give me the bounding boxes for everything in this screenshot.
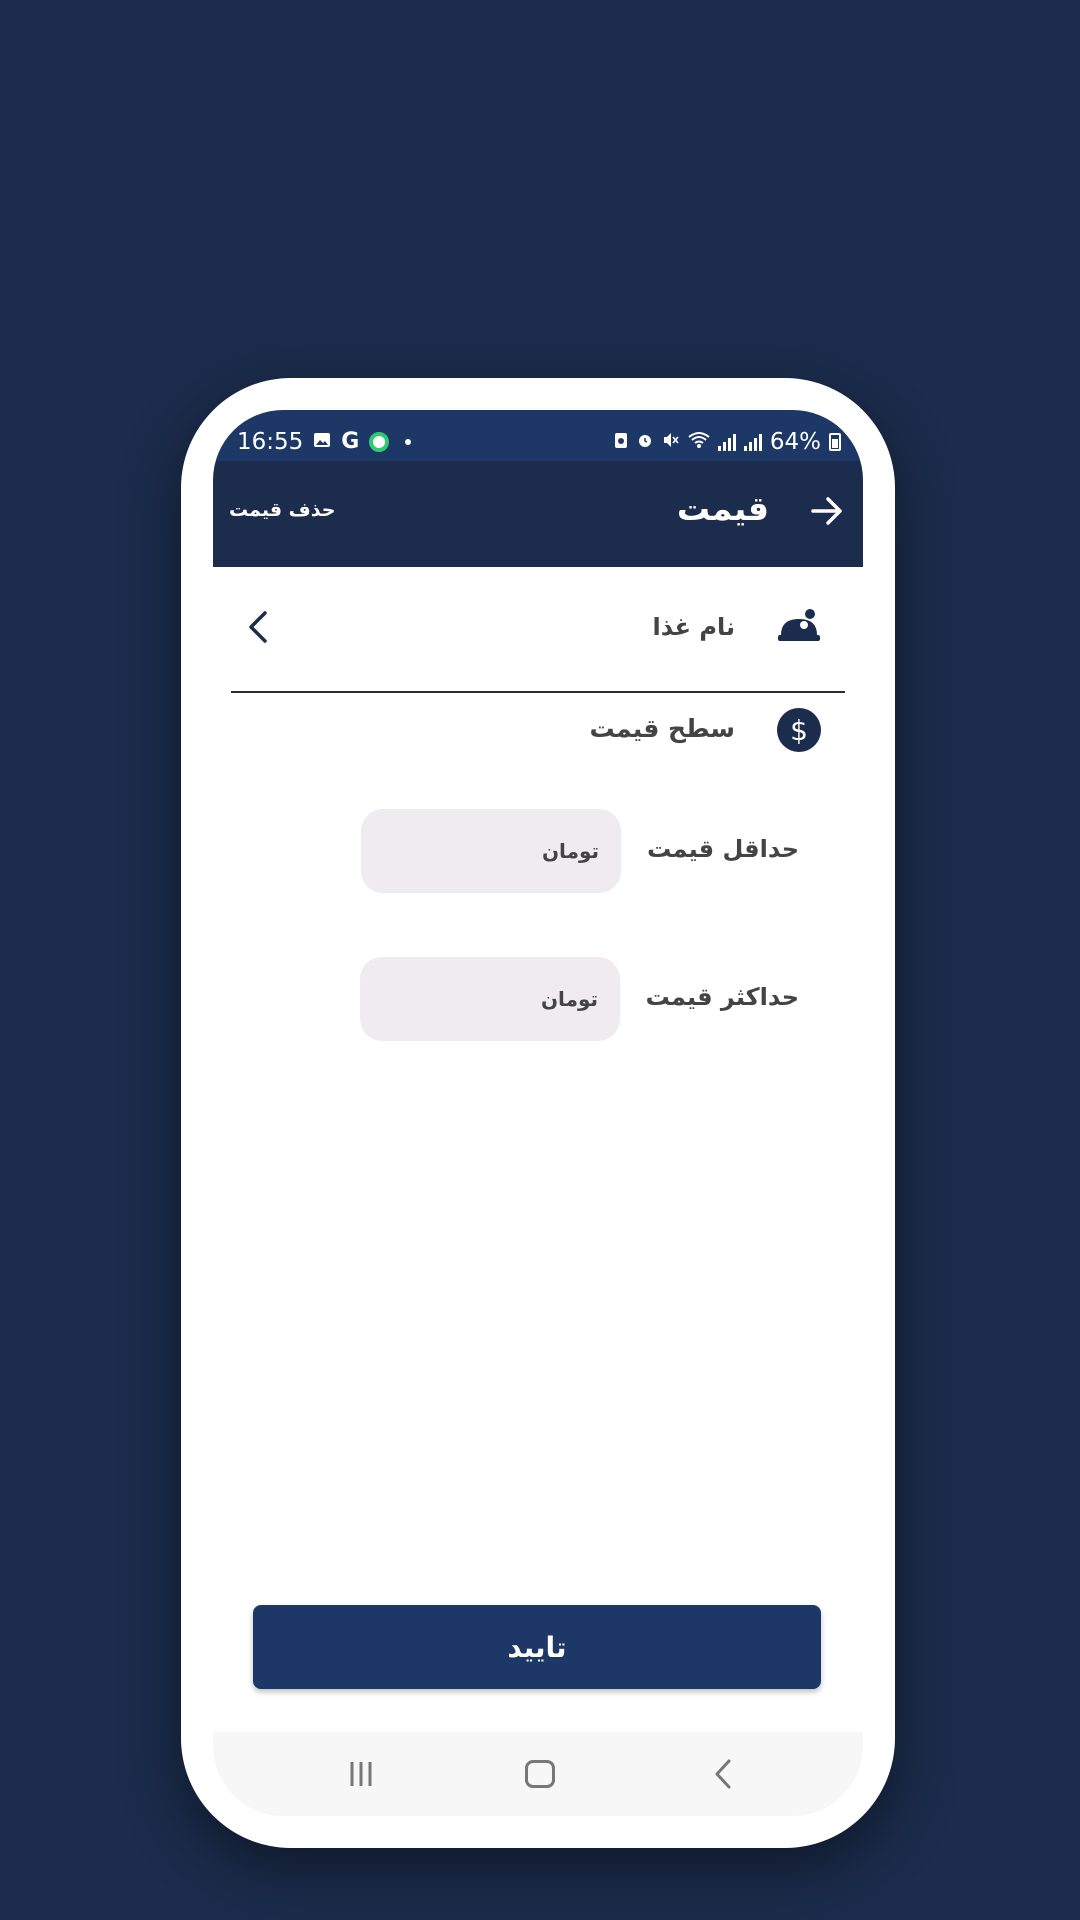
- mute-icon: [662, 431, 680, 453]
- signal-icon: [717, 433, 736, 451]
- navigation-bar: [213, 1732, 863, 1816]
- app-notification-icon: [369, 431, 390, 452]
- status-right: 64%: [614, 429, 841, 455]
- min-price-label: حداقل قیمت: [647, 835, 799, 863]
- screen: 16:55 G 64% حذف قیمت قیمت نام غذا سطح قی…: [213, 410, 863, 1816]
- chevron-left-icon: [249, 611, 267, 643]
- battery-percent: 64%: [769, 428, 821, 455]
- dollar-icon: $: [777, 708, 821, 752]
- min-price-input[interactable]: تومان: [361, 809, 621, 893]
- food-name-row[interactable]: نام غذا: [231, 567, 845, 693]
- wifi-icon: [688, 431, 710, 453]
- max-price-unit: تومان: [540, 987, 598, 1011]
- google-icon: G: [341, 429, 360, 454]
- price-level-label: سطح قیمت: [589, 714, 735, 743]
- max-price-input[interactable]: تومان: [360, 957, 620, 1041]
- arrow-right-icon[interactable]: [809, 493, 845, 529]
- gallery-icon: [313, 431, 331, 453]
- battery-saver-icon: [614, 431, 628, 453]
- max-price-label: حداکثر قیمت: [645, 983, 799, 1011]
- confirm-button[interactable]: تایید: [253, 1605, 821, 1689]
- food-name-label: نام غذا: [652, 613, 735, 641]
- food-tray-icon: [778, 609, 820, 641]
- status-bar: 16:55 G 64%: [213, 410, 863, 461]
- app-bar: حذف قیمت قیمت: [213, 461, 863, 567]
- battery-icon: [829, 432, 841, 451]
- status-time: 16:55: [237, 428, 304, 455]
- recents-icon[interactable]: [347, 1760, 375, 1788]
- min-price-unit: تومان: [541, 839, 599, 863]
- delete-price-button[interactable]: حذف قیمت: [229, 499, 335, 521]
- alarm-icon: [636, 431, 654, 453]
- status-left: 16:55 G: [237, 428, 412, 455]
- home-icon[interactable]: [525, 1760, 555, 1788]
- more-notifications-icon: [405, 438, 412, 445]
- back-icon[interactable]: [713, 1758, 733, 1790]
- page-title: قیمت: [676, 489, 769, 528]
- phone-frame: 16:55 G 64% حذف قیمت قیمت نام غذا سطح قی…: [181, 378, 895, 1848]
- signal-2-icon: [743, 433, 762, 451]
